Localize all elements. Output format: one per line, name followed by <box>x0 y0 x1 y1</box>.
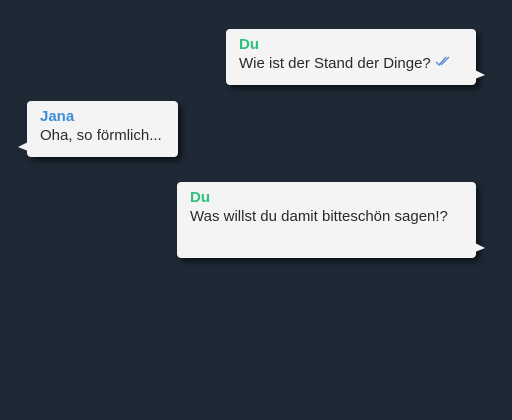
message-text-content: Wie ist der Stand der Dinge? <box>239 55 431 72</box>
message-sender-name: Du <box>190 189 210 206</box>
incoming-message-bubble[interactable]: Jana Oha, so förmlich... <box>18 101 178 157</box>
message-text: Oha, so förmlich... <box>40 127 162 144</box>
double-check-icon <box>435 52 453 72</box>
message-sender-name: Jana <box>40 108 75 125</box>
message-sender-name: Du <box>239 36 259 53</box>
message-text: Wie ist der Stand der Dinge? <box>239 54 463 74</box>
chat-conversation: Du Wie ist der Stand der Dinge? Jana Oha… <box>0 0 512 420</box>
outgoing-message-bubble[interactable]: Du Wie ist der Stand der Dinge? <box>226 29 485 85</box>
outgoing-message-bubble[interactable]: Du Was willst du damit bitteschön sagen!… <box>177 182 485 258</box>
message-text: Was willst du damit bitteschön sagen!? <box>190 208 448 225</box>
